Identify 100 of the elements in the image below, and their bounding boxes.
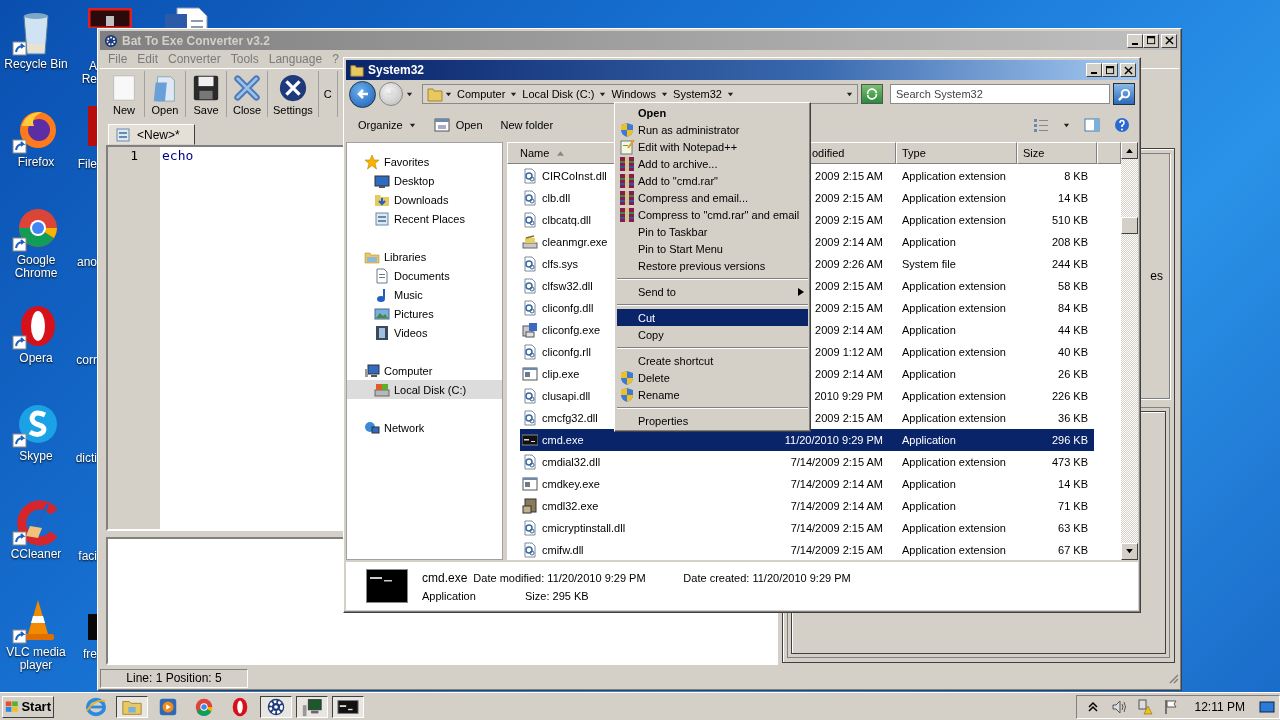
toolbar-button[interactable]: New	[104, 71, 145, 117]
file-name[interactable]: cmifw.dll	[542, 544, 584, 556]
refresh-button[interactable]	[861, 84, 883, 104]
file-name[interactable]: clip.exe	[542, 368, 580, 380]
search-field[interactable]: Search System32	[890, 84, 1110, 104]
menu-item[interactable]: Create shortcut	[617, 352, 808, 369]
nav-item[interactable]: Recent Places	[347, 209, 502, 228]
desktop-icon-label[interactable]: Firefox	[0, 156, 72, 169]
menu-item[interactable]: Pin to Taskbar	[617, 223, 808, 240]
toolbar-button[interactable]: New folder	[500, 119, 554, 131]
file-name[interactable]: clfsw32.dll	[542, 280, 593, 292]
desktop-icon-label[interactable]: Skype	[0, 450, 72, 463]
help-icon[interactable]	[1114, 117, 1130, 133]
breadcrumb-item[interactable]: Local Disk (C:)	[519, 88, 598, 100]
desktop-icon-label[interactable]: CCleaner	[0, 548, 72, 561]
file-name[interactable]: cmdial32.dll	[542, 456, 601, 468]
start-button[interactable]: Start	[2, 695, 54, 718]
address-bar[interactable]: Computer Local Disk (C:) Windows System32	[422, 84, 858, 104]
menu-item[interactable]: Pin to Start Menu	[617, 240, 808, 257]
file-name[interactable]: cmicryptinstall.dll	[542, 522, 626, 534]
file-name[interactable]: clfs.sys	[542, 258, 579, 270]
menu-item[interactable]: Copy	[617, 326, 808, 343]
taskbar-button[interactable]	[332, 695, 364, 718]
taskbar-button[interactable]	[116, 695, 148, 718]
nav-item[interactable]: Local Disk (C:)	[347, 380, 502, 399]
taskbar-button[interactable]	[296, 695, 328, 718]
nav-item[interactable]: Downloads	[347, 190, 502, 209]
menu-item[interactable]: Add to "cmd.rar"	[617, 172, 808, 189]
nav-item[interactable]: Desktop	[347, 171, 502, 190]
file-name[interactable]: cmdkey.exe	[542, 478, 600, 490]
toolbar-button[interactable]: Close	[227, 71, 268, 117]
minimize-button[interactable]	[1127, 33, 1143, 48]
menu-item[interactable]: Restore previous versions	[617, 257, 808, 274]
column-header[interactable]: Size	[1017, 142, 1097, 164]
resize-grip-icon[interactable]	[1167, 672, 1179, 684]
selected-file-row[interactable]: cmd.exe 11/20/2010 9:29 PM Application 296 KB	[520, 429, 1094, 451]
menu-item[interactable]: Cut	[617, 309, 808, 326]
scrollbar[interactable]	[1121, 142, 1138, 560]
desktop-icon-label[interactable]: File	[74, 158, 97, 171]
desktop-icon-label[interactable]: Recycle Bin	[0, 58, 72, 71]
toolbar-button[interactable]: Open	[145, 71, 186, 117]
nav-item[interactable]: Pictures	[347, 304, 502, 323]
speaker-icon[interactable]	[1110, 698, 1127, 715]
close-button[interactable]	[1120, 63, 1136, 77]
breadcrumb-item[interactable]: System32	[670, 88, 725, 100]
menu-item[interactable]: Open	[617, 104, 808, 121]
breadcrumb-item[interactable]: Windows	[608, 88, 660, 100]
nav-item[interactable]: Documents	[347, 266, 502, 285]
scroll-down-button[interactable]	[1121, 543, 1138, 560]
nav-item[interactable]: Favorites	[347, 152, 502, 171]
close-button[interactable]	[1161, 33, 1177, 48]
nav-item[interactable]: Network	[347, 418, 502, 437]
file-name[interactable]: CIRCoInst.dll	[542, 170, 607, 182]
file-name[interactable]: cleanmgr.exe	[542, 236, 608, 248]
nav-item[interactable]: Music	[347, 285, 502, 304]
menu-item[interactable]: Send to	[617, 283, 808, 300]
scroll-up-button[interactable]	[1121, 142, 1138, 159]
desktop-icon-label[interactable]: A Re	[74, 60, 97, 86]
menu-item[interactable]: Compress to "cmd.rar" and email	[617, 206, 808, 223]
column-header[interactable]: Type	[896, 142, 1017, 164]
toolbar-button[interactable]: C	[318, 71, 338, 117]
show-desktop-icon[interactable]	[1259, 698, 1275, 715]
file-name[interactable]: clusapi.dll	[542, 390, 591, 402]
clock[interactable]: 12:11 PM	[1194, 699, 1245, 714]
menu-item[interactable]: Run as administrator	[617, 121, 808, 138]
scroll-thumb[interactable]	[1121, 217, 1138, 234]
file-name[interactable]: cliconfg.exe	[542, 324, 601, 336]
menu-item[interactable]: Properties	[617, 412, 808, 429]
nav-item[interactable]: Videos	[347, 323, 502, 342]
maximize-button[interactable]	[1143, 33, 1159, 48]
toolbar-button[interactable]: Settings	[268, 71, 319, 117]
file-name[interactable]: clbcatq.dll	[542, 214, 591, 226]
back-button[interactable]	[349, 80, 376, 108]
toolbar-button[interactable]: Open	[433, 117, 483, 133]
desktop-icon-label[interactable]: Google Chrome	[0, 254, 72, 280]
breadcrumb-item[interactable]: Computer	[454, 88, 509, 100]
menu-item[interactable]: Rename	[617, 386, 808, 403]
file-name[interactable]: cmd.exe	[542, 434, 584, 446]
nav-item[interactable]: Computer	[347, 361, 502, 380]
desktop-icon-label[interactable]: ano	[74, 256, 97, 269]
menu-item[interactable]: Delete	[617, 369, 808, 386]
maximize-button[interactable]	[1102, 63, 1118, 77]
minimize-button[interactable]	[1086, 63, 1102, 77]
file-name[interactable]: cmcfg32.dll	[542, 412, 598, 424]
file-name[interactable]: cliconfg.dll	[542, 302, 594, 314]
toolbar-button[interactable]: Save	[186, 71, 227, 117]
editor-tab[interactable]: <New>*	[108, 124, 195, 145]
desktop-icon-label[interactable]: fre	[74, 648, 97, 661]
menu-item[interactable]: Compress and email...	[617, 189, 808, 206]
file-name[interactable]: clb.dll	[542, 192, 571, 204]
search-button[interactable]	[1113, 83, 1135, 105]
desktop-icon-label[interactable]: dicti	[74, 452, 97, 465]
desktop-icon-label[interactable]: VLC media player	[0, 646, 72, 672]
file-name[interactable]: cliconfg.rll	[542, 346, 591, 358]
flag-icon[interactable]	[1162, 698, 1179, 715]
desktop-icon-label[interactable]: Opera	[0, 352, 72, 365]
toolbar-button[interactable]: Organize	[358, 119, 416, 131]
desktop-icon-label[interactable]: corr	[74, 354, 97, 367]
desktop-icon-label[interactable]: faci	[74, 550, 97, 563]
taskbar-button[interactable]	[260, 695, 292, 718]
